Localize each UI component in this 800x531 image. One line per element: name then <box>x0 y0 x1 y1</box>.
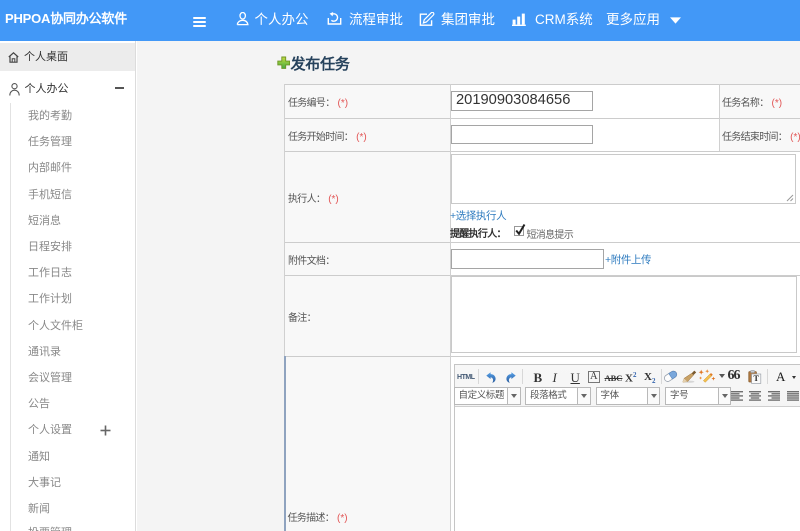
svg-text:T: T <box>754 374 760 383</box>
